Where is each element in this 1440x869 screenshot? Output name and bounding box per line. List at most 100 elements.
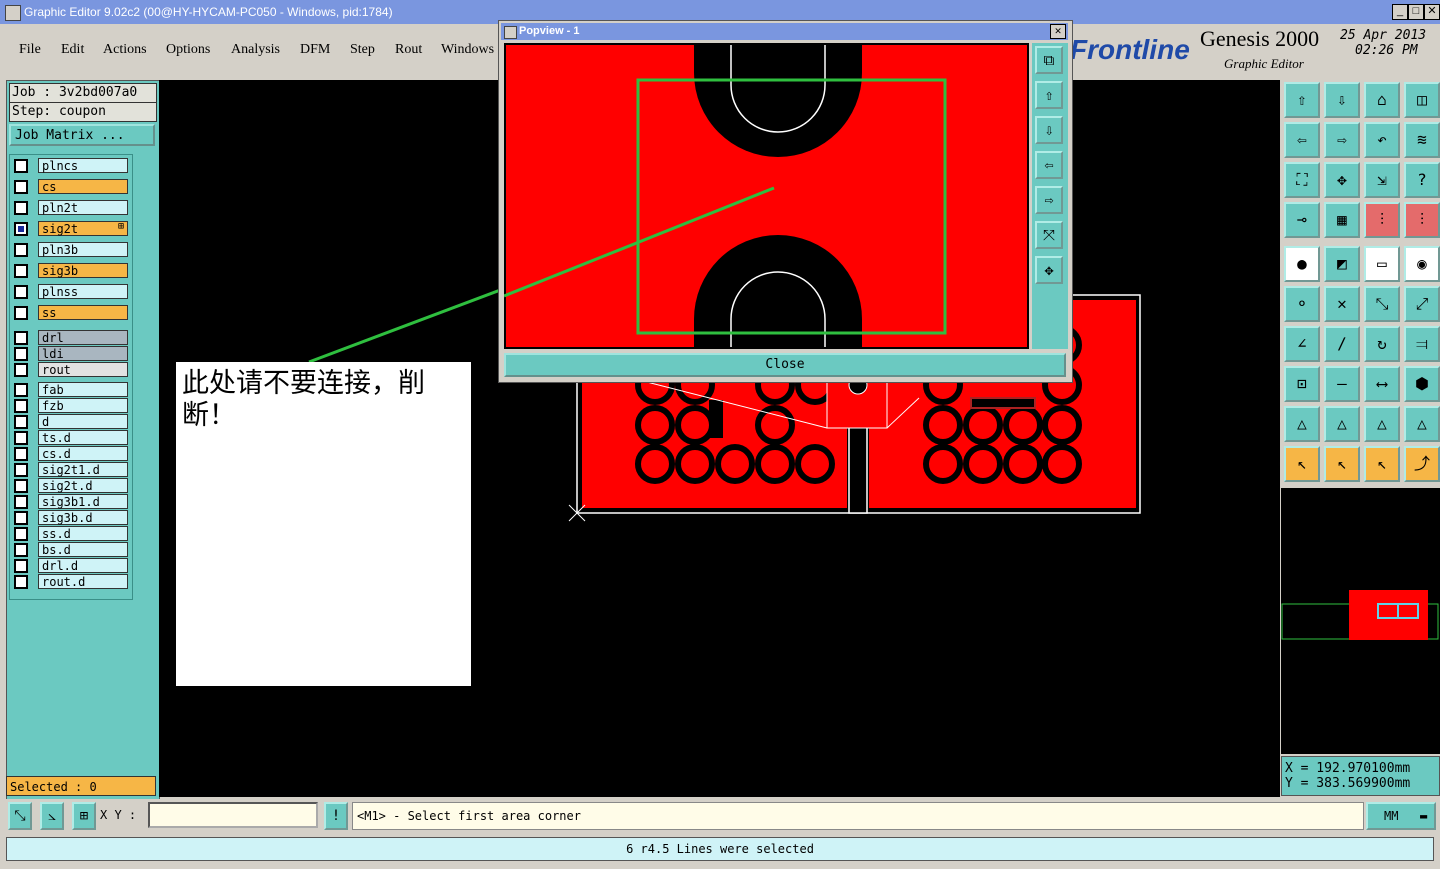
maximize-icon[interactable]: □	[1408, 4, 1424, 20]
layer-row-drl.d[interactable]: drl.d	[12, 558, 132, 573]
popview-zoom-window-icon[interactable]: ⧉	[1035, 46, 1063, 74]
layer-name[interactable]: sig3b.d	[38, 510, 128, 525]
layer-checkbox[interactable]	[14, 222, 28, 236]
layer-name[interactable]: ss	[38, 305, 128, 320]
layer-row-sig2t.d[interactable]: sig2t.d	[12, 478, 132, 493]
layer-row-sig3b1.d[interactable]: sig3b1.d	[12, 494, 132, 509]
layer-checkbox[interactable]	[14, 463, 28, 477]
layer-checkbox[interactable]	[14, 306, 28, 320]
mirror-icon[interactable]: ⫤	[1404, 326, 1440, 362]
layer-name[interactable]: sig2t	[38, 221, 128, 236]
layer-name[interactable]: plncs	[38, 158, 128, 173]
shapes-icon[interactable]: ⬢	[1404, 366, 1440, 402]
popview-close-icon[interactable]: ✕	[1050, 24, 1066, 39]
layer-row-ss[interactable]: ss	[12, 305, 132, 320]
copy-line-icon[interactable]: ⤢	[1404, 286, 1440, 322]
snap-icon[interactable]: ⤡	[8, 802, 32, 830]
layer-checkbox[interactable]	[14, 159, 28, 173]
menu-windows[interactable]: Windows	[441, 42, 494, 58]
layer-name[interactable]: sig2t.d	[38, 478, 128, 493]
layer-name[interactable]: bs.d	[38, 542, 128, 557]
layer-name[interactable]: fab	[38, 382, 128, 397]
grid-icon[interactable]: ▦	[1324, 202, 1360, 238]
layer-name[interactable]: ss.d	[38, 526, 128, 541]
pan-down-icon[interactable]: ⇩	[1324, 82, 1360, 118]
layer-checkbox[interactable]	[14, 264, 28, 278]
measure-icon[interactable]: ⊸	[1284, 202, 1320, 238]
angle-icon[interactable]: ∠	[1284, 326, 1320, 362]
pointer-diamond-icon[interactable]: ↖	[1364, 446, 1400, 482]
connect-nodes-icon[interactable]: ⚬	[1284, 286, 1320, 322]
pan-up-icon[interactable]: ⇧	[1284, 82, 1320, 118]
menu-edit[interactable]: Edit	[61, 42, 84, 58]
layer-checkbox[interactable]	[14, 495, 28, 509]
measure-toggle-icon[interactable]: ⦣	[40, 802, 64, 830]
help-icon[interactable]: ?	[1404, 162, 1440, 198]
arc-icon[interactable]: ↻	[1364, 326, 1400, 362]
popview-pan-right-icon[interactable]: ⇨	[1035, 186, 1063, 214]
triangle-icon[interactable]: △	[1324, 406, 1360, 442]
layer-checkbox[interactable]	[14, 285, 28, 299]
pointer-select-icon[interactable]: ↖	[1284, 446, 1320, 482]
pointer-box-icon[interactable]: ↖	[1324, 446, 1360, 482]
zoom-extents-icon[interactable]: ⛶	[1284, 162, 1320, 198]
zoom-1to2-icon[interactable]: ⇲	[1364, 162, 1400, 198]
popview-zoom-in-icon[interactable]: ⤧	[1035, 221, 1063, 249]
redraw-icon[interactable]: ≋	[1404, 122, 1440, 158]
add-pad-icon[interactable]: ●	[1284, 246, 1320, 282]
layer-checkbox[interactable]	[14, 201, 28, 215]
layer-checkbox[interactable]	[14, 180, 28, 194]
line-edit-icon[interactable]: ∕	[1324, 326, 1360, 362]
layer-name[interactable]: ldi	[38, 346, 128, 361]
layer-name[interactable]: d	[38, 414, 128, 429]
pan-right-icon[interactable]: ⇨	[1324, 122, 1360, 158]
layer-checkbox[interactable]	[14, 527, 28, 541]
layer-name[interactable]: sig2t1.d	[38, 462, 128, 477]
layer-checkbox[interactable]	[14, 447, 28, 461]
bang-button[interactable]: !	[324, 802, 348, 830]
layer-checkbox[interactable]	[14, 383, 28, 397]
layer-name[interactable]: drl	[38, 330, 128, 345]
popview-window[interactable]: Popview - 1 ✕ ⧉ ⇧ ⇩ ⇦ ⇨ ⤧ ✥ Close	[498, 20, 1073, 383]
layer-checkbox[interactable]	[14, 479, 28, 493]
layer-checkbox[interactable]	[14, 543, 28, 557]
layer-name[interactable]: drl.d	[38, 558, 128, 573]
layer-row-ldi[interactable]: ldi	[12, 346, 132, 361]
menu-step[interactable]: Step	[350, 42, 375, 58]
menu-options[interactable]: Options	[166, 42, 210, 58]
mini-map[interactable]	[1281, 488, 1440, 754]
move-line-icon[interactable]: ⤡	[1364, 286, 1400, 322]
pan-left-icon[interactable]: ⇦	[1284, 122, 1320, 158]
dimension-icon[interactable]: ⟷	[1364, 366, 1400, 402]
popview-canvas[interactable]	[503, 43, 1029, 349]
menu-actions[interactable]: Actions	[103, 42, 147, 58]
menu-file[interactable]: File	[19, 42, 41, 58]
layer-name[interactable]: rout	[38, 362, 128, 377]
layer-name[interactable]: cs	[38, 179, 128, 194]
popview-close-button[interactable]: Close	[504, 353, 1066, 377]
zoom-center-icon[interactable]: ✥	[1324, 162, 1360, 198]
units-dropdown[interactable]: MM ▬	[1366, 802, 1436, 830]
triangle-apex-icon[interactable]: △	[1364, 406, 1400, 442]
layer-checkbox[interactable]	[14, 243, 28, 257]
layer-row-drl[interactable]: drl	[12, 330, 132, 345]
menu-dfm[interactable]: DFM	[300, 42, 330, 58]
layer-checkbox[interactable]	[14, 511, 28, 525]
home-view-icon[interactable]: ⌂	[1364, 82, 1400, 118]
layer-checkbox[interactable]	[14, 431, 28, 445]
layer-row-plnss[interactable]: plnss	[12, 284, 132, 299]
undo-view-icon[interactable]: ↶	[1364, 122, 1400, 158]
layer-row-bs.d[interactable]: bs.d	[12, 542, 132, 557]
layer-checkbox[interactable]	[14, 399, 28, 413]
layer-row-rout.d[interactable]: rout.d	[12, 574, 132, 589]
layer-name[interactable]: pln2t	[38, 200, 128, 215]
menu-analysis[interactable]: Analysis	[231, 42, 280, 58]
layer-row-fab[interactable]: fab	[12, 382, 132, 397]
layer-row-sig2t[interactable]: sig2t ⊞	[12, 221, 132, 236]
layer-name[interactable]: cs.d	[38, 446, 128, 461]
layer-name[interactable]: fzb	[38, 398, 128, 413]
minimize-icon[interactable]: _	[1392, 4, 1408, 20]
layer-checkbox[interactable]	[14, 559, 28, 573]
layer-checkbox[interactable]	[14, 331, 28, 345]
menu-rout[interactable]: Rout	[395, 42, 422, 58]
